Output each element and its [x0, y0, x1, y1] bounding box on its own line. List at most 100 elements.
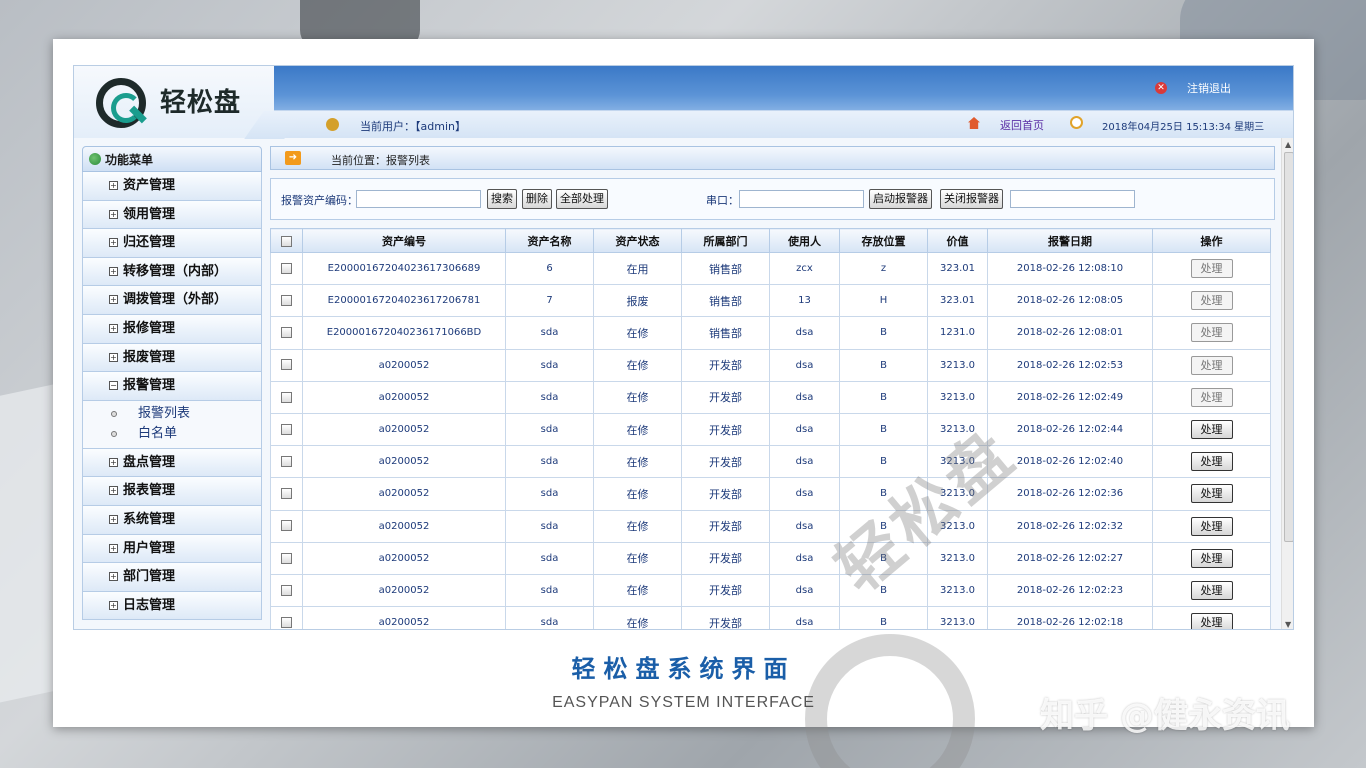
process-button[interactable]: 处理 — [1190, 613, 1233, 629]
sidebar-item-borrow[interactable]: + 领用管理 — [82, 200, 262, 230]
row-select-cell[interactable] — [270, 477, 303, 511]
value-cell: 3213.0 — [927, 348, 988, 382]
row-checkbox[interactable] — [281, 488, 292, 500]
row-select-cell[interactable] — [270, 509, 303, 543]
process-button[interactable]: 处理 — [1190, 580, 1233, 600]
row-select-cell[interactable] — [270, 541, 303, 575]
process-button[interactable]: 处理 — [1190, 291, 1233, 311]
process-all-button[interactable]: 全部处理 — [556, 189, 608, 209]
row-select-cell[interactable] — [270, 316, 303, 350]
row-checkbox[interactable] — [281, 262, 292, 274]
row-select-cell[interactable] — [270, 348, 303, 382]
logo-area: 轻松盘 — [74, 66, 274, 138]
process-button[interactable]: 处理 — [1190, 420, 1233, 440]
table-row: a0200052 sda 在修 开发部 dsa B 3213.0 2018-02-26 12:… — [270, 380, 1271, 414]
row-checkbox[interactable] — [281, 423, 292, 435]
sidebar-item-return[interactable]: + 归还管理 — [82, 229, 262, 258]
row-checkbox[interactable] — [281, 327, 292, 339]
select-all-cell[interactable] — [270, 228, 303, 253]
submenu-item-whitelist[interactable]: 白名单 — [83, 424, 261, 444]
alarm-status-input[interactable] — [1010, 190, 1135, 208]
logout-icon[interactable]: ✕ — [1155, 82, 1167, 94]
process-button[interactable]: 处理 — [1190, 452, 1233, 472]
process-button[interactable]: 处理 — [1190, 323, 1233, 343]
sidebar-item-system[interactable]: + 系统管理 — [82, 505, 262, 535]
scroll-up-icon[interactable]: ▲ — [1285, 140, 1291, 149]
sidebar-item-inventory[interactable]: + 盘点管理 — [82, 448, 262, 478]
logout-link[interactable]: 注销退出 — [1187, 80, 1231, 96]
asset-name-cell: sda — [505, 445, 594, 479]
sidebar-item-label: 报废管理 — [123, 349, 176, 365]
row-checkbox[interactable] — [281, 616, 292, 628]
row-checkbox[interactable] — [281, 359, 292, 371]
alarm-date-cell: 2018-02-26 12:02:32 — [987, 509, 1153, 543]
sidebar-item-scrap[interactable]: + 报废管理 — [82, 343, 262, 373]
process-button[interactable]: 处理 — [1190, 516, 1233, 536]
table-row: a0200052 sda 在修 开发部 dsa B 3213.0 2018-02-26 12:… — [270, 509, 1271, 543]
delete-button[interactable]: 删除 — [522, 189, 552, 209]
caption-title: 轻松盘系统界面 — [571, 655, 796, 683]
sidebar-item-logs[interactable]: + 日志管理 — [82, 591, 262, 621]
sidebar-item-assets[interactable]: + 资产管理 — [82, 172, 262, 201]
select-all-checkbox[interactable] — [281, 235, 292, 247]
asset-code-cell: a0200052 — [302, 380, 506, 414]
process-button[interactable]: 处理 — [1190, 548, 1233, 568]
stop-alarm-button[interactable]: 关闭报警器 — [940, 189, 1003, 209]
value-cell: 323.01 — [927, 284, 988, 318]
asset-code-input[interactable] — [356, 190, 481, 208]
asset-code-cell: a0200052 — [302, 573, 506, 608]
start-alarm-button[interactable]: 启动报警器 — [869, 189, 932, 209]
action-cell: 处理 — [1152, 380, 1271, 414]
process-button[interactable]: 处理 — [1190, 355, 1233, 375]
asset-code-cell: E20000167204023617306689 — [302, 251, 506, 286]
process-button[interactable]: 处理 — [1190, 259, 1233, 279]
scroll-thumb[interactable] — [1284, 152, 1293, 542]
sidebar-title: 功能菜单 — [82, 146, 262, 172]
sidebar-item-transfer-external[interactable]: + 调拨管理（外部） — [82, 286, 262, 315]
table-row: E20000167204023617206781 7 报废 销售部 13 H 323.01 2… — [270, 284, 1271, 318]
sidebar-item-departments[interactable]: + 部门管理 — [82, 563, 262, 592]
home-icon[interactable] — [968, 117, 980, 129]
row-select-cell[interactable] — [270, 445, 303, 479]
row-select-cell[interactable] — [270, 412, 303, 447]
alarm-date-cell: 2018-02-26 12:08:05 — [987, 284, 1153, 318]
scroll-down-icon[interactable]: ▼ — [1285, 620, 1291, 629]
vertical-scrollbar[interactable]: ▲ ▼ — [1281, 138, 1293, 629]
column-header: 报警日期 — [987, 228, 1153, 253]
serial-port-input[interactable] — [739, 190, 864, 208]
column-header: 操作 — [1152, 228, 1271, 253]
row-checkbox[interactable] — [281, 391, 292, 403]
asset-name-cell: sda — [505, 477, 594, 511]
row-select-cell[interactable] — [270, 284, 303, 318]
table-row: E200001672040236171066BD sda 在修 销售部 dsa B 1231… — [270, 316, 1271, 350]
row-select-cell[interactable] — [270, 573, 303, 608]
sidebar-item-label: 盘点管理 — [123, 454, 176, 470]
row-checkbox[interactable] — [281, 455, 292, 467]
sidebar-item-transfer-internal[interactable]: + 转移管理（内部） — [82, 257, 262, 287]
row-select-cell[interactable] — [270, 606, 303, 629]
asset-code-cell: E200001672040236171066BD — [302, 316, 506, 350]
row-checkbox[interactable] — [281, 552, 292, 564]
row-select-cell[interactable] — [270, 380, 303, 414]
search-button[interactable]: 搜索 — [487, 189, 517, 209]
process-button[interactable]: 处理 — [1190, 484, 1233, 504]
user-cell: zcx — [769, 251, 840, 286]
sidebar-item-reports[interactable]: + 报表管理 — [82, 477, 262, 506]
row-checkbox[interactable] — [281, 520, 292, 532]
asset-status-cell: 在修 — [593, 316, 682, 350]
sidebar-item-repair[interactable]: + 报修管理 — [82, 314, 262, 344]
row-checkbox[interactable] — [281, 295, 292, 307]
submenu-item-alarm-list[interactable]: 报警列表 — [83, 404, 261, 424]
expand-icon: + — [109, 457, 118, 467]
row-select-cell[interactable] — [270, 251, 303, 286]
table-row: a0200052 sda 在修 开发部 dsa B 3213.0 2018-02-26 12:… — [270, 445, 1271, 479]
serial-port-label: 串口： — [706, 194, 739, 207]
process-button[interactable]: 处理 — [1190, 387, 1233, 407]
action-cell: 处理 — [1152, 348, 1271, 382]
sidebar-item-alarm[interactable]: − 报警管理 — [82, 372, 262, 401]
sidebar-item-users[interactable]: + 用户管理 — [82, 534, 262, 564]
expand-icon: + — [109, 572, 118, 582]
row-checkbox[interactable] — [281, 584, 292, 596]
home-link[interactable]: 返回首页 — [1000, 117, 1044, 133]
value-cell: 323.01 — [927, 251, 988, 286]
